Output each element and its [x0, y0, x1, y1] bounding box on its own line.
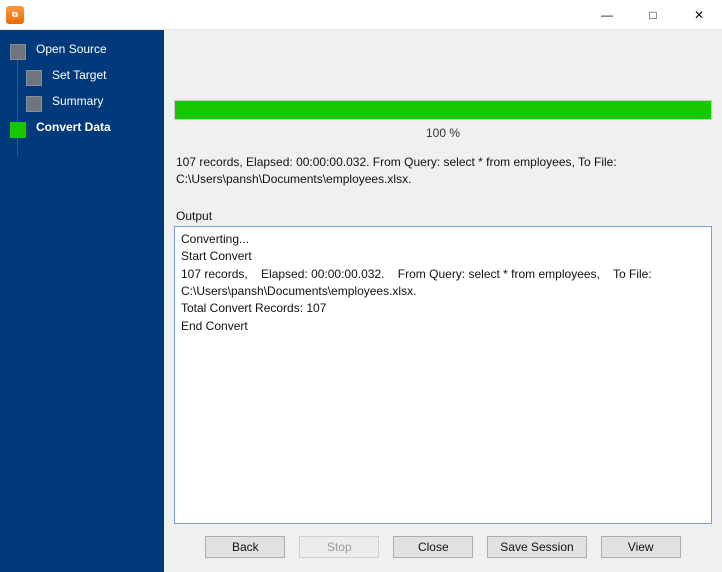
nav-tree: Open Source Set Target Summary Convert D… — [0, 36, 164, 140]
button-row: Back Stop Close Save Session View — [174, 524, 712, 562]
nav-item-convert-data[interactable]: Convert Data — [10, 114, 164, 140]
output-textarea[interactable] — [174, 226, 712, 524]
progress-fill — [175, 101, 711, 119]
minimize-button[interactable]: — — [584, 0, 630, 30]
progress-bar — [174, 100, 712, 120]
title-bar: ⧉ — □ ✕ — [0, 0, 722, 30]
status-line-2: C:\Users\pansh\Documents\employees.xlsx. — [176, 171, 710, 188]
nav-item-label: Open Source — [36, 42, 107, 56]
title-bar-left: ⧉ — [0, 6, 30, 24]
nav-item-set-target[interactable]: Set Target — [26, 62, 164, 88]
nav-item-label: Set Target — [52, 68, 106, 82]
output-label: Output — [174, 209, 712, 226]
tree-connector — [17, 56, 18, 156]
nav-item-open-source[interactable]: Open Source — [10, 36, 164, 62]
save-session-button[interactable]: Save Session — [487, 536, 586, 558]
main-panel: 100 % 107 records, Elapsed: 00:00:00.032… — [164, 30, 722, 572]
close-window-button[interactable]: ✕ — [676, 0, 722, 30]
close-button[interactable]: Close — [393, 536, 473, 558]
maximize-button[interactable]: □ — [630, 0, 676, 30]
nav-item-summary[interactable]: Summary — [26, 88, 164, 114]
progress-label: 100 % — [174, 120, 712, 150]
stop-button[interactable]: Stop — [299, 536, 379, 558]
back-button[interactable]: Back — [205, 536, 285, 558]
status-text: 107 records, Elapsed: 00:00:00.032. From… — [174, 154, 712, 209]
app-body: Open Source Set Target Summary Convert D… — [0, 30, 722, 572]
status-line-1: 107 records, Elapsed: 00:00:00.032. From… — [176, 154, 710, 171]
nav-item-label: Convert Data — [36, 120, 111, 134]
view-button[interactable]: View — [601, 536, 681, 558]
window-controls: — □ ✕ — [584, 0, 722, 30]
nav-item-label: Summary — [52, 94, 103, 108]
progress-area: 100 % — [174, 40, 712, 154]
app-icon: ⧉ — [6, 6, 24, 24]
sidebar: Open Source Set Target Summary Convert D… — [0, 30, 164, 572]
